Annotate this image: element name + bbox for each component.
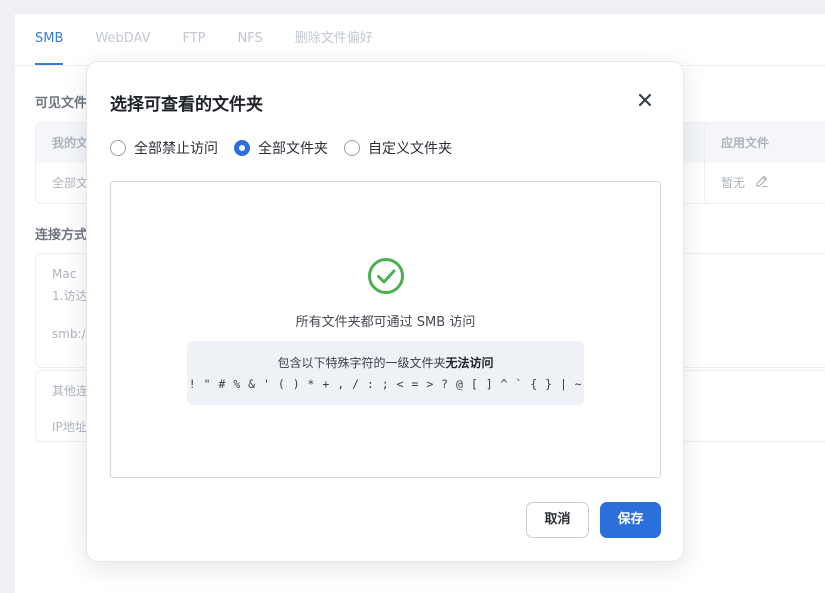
check-circle-icon xyxy=(368,258,404,294)
radio-custom-folders-label: 自定义文件夹 xyxy=(368,141,452,157)
select-folder-dialog: 选择可查看的文件夹 全部禁止访问 全部文件夹 自定义文件夹 所有文件夹都可通过 … xyxy=(86,61,684,562)
radio-deny-all[interactable]: 全部禁止访问 xyxy=(110,138,218,158)
radio-deny-all-dot[interactable] xyxy=(110,140,126,156)
save-button[interactable]: 保存 xyxy=(600,502,661,538)
notice-bold: 无法访问 xyxy=(445,356,494,370)
notice-prefix: 包含以下特殊字符的一级文件夹 xyxy=(277,356,446,370)
radio-custom-folders-dot[interactable] xyxy=(344,140,360,156)
radio-deny-all-label: 全部禁止访问 xyxy=(134,141,218,157)
folder-content-box: 所有文件夹都可通过 SMB 访问 包含以下特殊字符的一级文件夹无法访问 ! " … xyxy=(110,181,661,478)
special-chars-notice: 包含以下特殊字符的一级文件夹无法访问 ! " # % & ' ( ) * + ,… xyxy=(187,341,584,405)
access-radio-group: 全部禁止访问 全部文件夹 自定义文件夹 xyxy=(110,138,468,158)
dialog-title: 选择可查看的文件夹 xyxy=(110,95,263,115)
radio-all-folders-dot[interactable] xyxy=(234,140,250,156)
radio-custom-folders[interactable]: 自定义文件夹 xyxy=(344,138,452,158)
special-chars-list: ! " # % & ' ( ) * + , / : ; < = > ? @ [ … xyxy=(188,377,583,391)
access-info-text: 所有文件夹都可通过 SMB 访问 xyxy=(295,315,476,330)
radio-all-folders[interactable]: 全部文件夹 xyxy=(234,138,328,158)
close-button[interactable] xyxy=(635,90,655,110)
notice-message: 包含以下特殊字符的一级文件夹无法访问 xyxy=(187,354,584,371)
close-icon xyxy=(638,93,652,107)
cancel-button[interactable]: 取消 xyxy=(526,502,589,538)
radio-all-folders-label: 全部文件夹 xyxy=(258,141,328,157)
